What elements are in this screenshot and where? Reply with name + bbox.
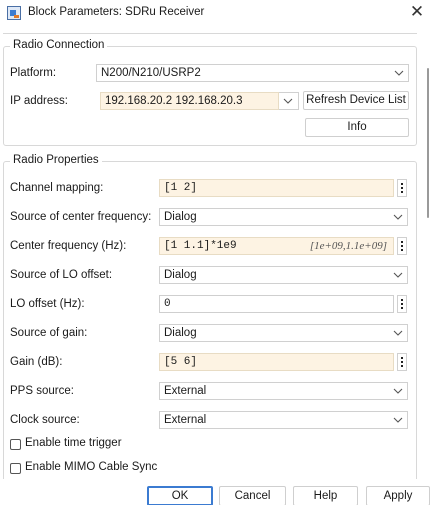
cancel-button[interactable]: Cancel bbox=[219, 486, 286, 505]
center-frequency-value: [1 1.1]*1e9 bbox=[164, 240, 237, 252]
enable-mimo-cable-sync-label: Enable MIMO Cable Sync bbox=[25, 461, 158, 473]
platform-dropdown[interactable]: N200/N210/USRP2 bbox=[96, 64, 409, 82]
lo-offset-menu[interactable] bbox=[397, 295, 407, 313]
gain-input[interactable]: [5 6] bbox=[159, 353, 394, 371]
enable-time-trigger-checkbox[interactable] bbox=[10, 439, 21, 450]
ip-address-dropdown-arrow[interactable] bbox=[279, 92, 299, 110]
channel-mapping-input[interactable]: [1 2] bbox=[159, 179, 394, 197]
apply-button[interactable]: Apply bbox=[366, 486, 430, 505]
platform-value: N200/N210/USRP2 bbox=[101, 67, 201, 79]
kebab-menu-icon bbox=[401, 299, 403, 309]
refresh-device-list-button[interactable]: Refresh Device List bbox=[303, 91, 409, 110]
channel-mapping-label: Channel mapping: bbox=[10, 182, 104, 194]
enable-mimo-cable-sync-checkbox[interactable] bbox=[10, 463, 21, 474]
kebab-menu-icon bbox=[401, 357, 403, 367]
enable-time-trigger-label: Enable time trigger bbox=[25, 437, 122, 449]
ok-button[interactable]: OK bbox=[147, 486, 213, 505]
platform-label: Platform: bbox=[10, 67, 57, 79]
pps-source-label: PPS source: bbox=[10, 385, 74, 397]
gain-source-dropdown[interactable]: Dialog bbox=[159, 324, 408, 342]
pps-source-dropdown[interactable]: External bbox=[159, 382, 408, 400]
center-frequency-menu[interactable] bbox=[397, 237, 407, 255]
gain-source-value: Dialog bbox=[164, 327, 197, 339]
chevron-down-icon bbox=[393, 417, 403, 423]
kebab-menu-icon bbox=[401, 183, 403, 193]
center-frequency-evaluated-hint: [1e+09,1.1e+09] bbox=[309, 240, 387, 252]
radio-connection-group: Radio Connection Platform: N200/N210/USR… bbox=[3, 39, 417, 146]
gain-source-label: Source of gain: bbox=[10, 327, 88, 339]
chevron-down-icon bbox=[393, 388, 403, 394]
chevron-down-icon bbox=[283, 98, 293, 104]
ip-address-value: 192.168.20.2 192.168.20.3 bbox=[105, 95, 243, 107]
gain-menu[interactable] bbox=[397, 353, 407, 371]
lo-offset-value: 0 bbox=[164, 298, 171, 310]
lo-offset-label: LO offset (Hz): bbox=[10, 298, 85, 310]
top-divider bbox=[3, 33, 417, 34]
radio-properties-group: Radio Properties Channel mapping: [1 2] … bbox=[3, 154, 417, 479]
ip-address-input[interactable]: 192.168.20.2 192.168.20.3 bbox=[100, 92, 279, 110]
clock-source-label: Clock source: bbox=[10, 414, 80, 426]
vertical-scrollbar[interactable] bbox=[427, 68, 429, 218]
help-button[interactable]: Help bbox=[293, 486, 358, 505]
center-frequency-source-value: Dialog bbox=[164, 211, 197, 223]
chevron-down-icon bbox=[393, 330, 403, 336]
lo-offset-source-value: Dialog bbox=[164, 269, 197, 281]
pps-source-value: External bbox=[164, 385, 207, 397]
center-frequency-source-label: Source of center frequency: bbox=[10, 211, 152, 223]
title-bar: Block Parameters: SDRu Receiver ✕ bbox=[0, 0, 434, 28]
ip-address-label: IP address: bbox=[10, 95, 68, 107]
gain-value: [5 6] bbox=[164, 356, 198, 368]
chevron-down-icon bbox=[393, 214, 403, 220]
info-button[interactable]: Info bbox=[305, 118, 409, 137]
close-icon[interactable]: ✕ bbox=[408, 2, 426, 22]
kebab-menu-icon bbox=[401, 241, 403, 251]
group-title-radio-connection: Radio Connection bbox=[10, 39, 108, 51]
gain-label: Gain (dB): bbox=[10, 356, 63, 368]
dialog-content: Radio Connection Platform: N200/N210/USR… bbox=[0, 28, 422, 479]
channel-mapping-value: [1 2] bbox=[164, 182, 198, 194]
clock-source-value: External bbox=[164, 414, 207, 426]
window-title: Block Parameters: SDRu Receiver bbox=[28, 6, 205, 18]
dialog-footer: OK Cancel Help Apply bbox=[0, 479, 434, 505]
chevron-down-icon bbox=[394, 70, 404, 76]
group-title-radio-properties: Radio Properties bbox=[10, 154, 102, 166]
center-frequency-source-dropdown[interactable]: Dialog bbox=[159, 208, 408, 226]
center-frequency-input[interactable]: [1 1.1]*1e9 [1e+09,1.1e+09] bbox=[159, 237, 394, 255]
lo-offset-input[interactable]: 0 bbox=[159, 295, 394, 313]
lo-offset-source-label: Source of LO offset: bbox=[10, 269, 113, 281]
center-frequency-label: Center frequency (Hz): bbox=[10, 240, 127, 252]
block-parameters-icon bbox=[7, 6, 21, 20]
chevron-down-icon bbox=[393, 272, 403, 278]
lo-offset-source-dropdown[interactable]: Dialog bbox=[159, 266, 408, 284]
channel-mapping-menu[interactable] bbox=[397, 179, 407, 197]
clock-source-dropdown[interactable]: External bbox=[159, 411, 408, 429]
